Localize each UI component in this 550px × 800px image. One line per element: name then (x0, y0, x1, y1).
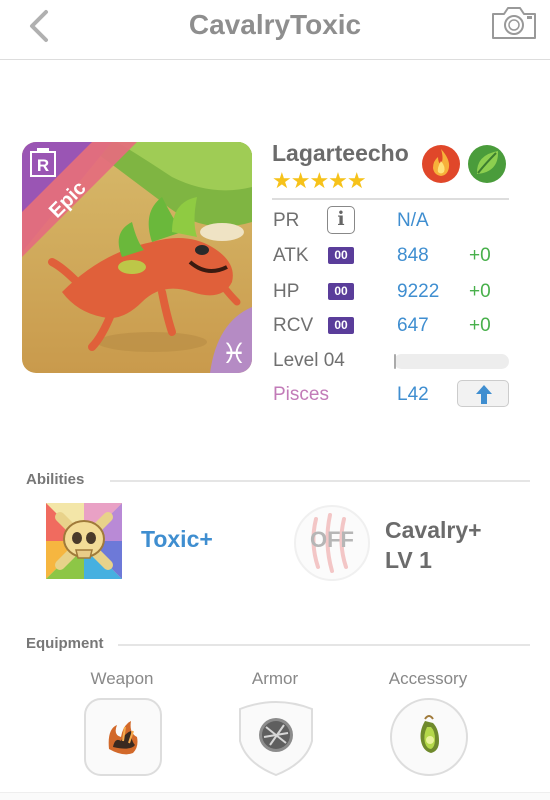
leaf-icon (468, 145, 506, 183)
equip-label-armor: Armor (251, 669, 299, 688)
stat-row-atk: ATK 00 848 +0 (273, 241, 513, 271)
stat-bonus-rcv: +0 (469, 315, 491, 336)
level-progress-fill (394, 354, 397, 369)
stat-row-pr: PR i N/A (273, 206, 513, 236)
accessory-slot-button[interactable] (389, 697, 469, 777)
page-title: CavalryToxic (188, 9, 362, 40)
camera-icon (492, 7, 536, 39)
book-badge: R (37, 156, 49, 175)
stat-row-sign: Pisces L42 (273, 380, 513, 410)
monster-name: Lagarteecho (272, 140, 409, 166)
stat-label-pr: PR (273, 210, 300, 231)
stat-bonus-hp: +0 (469, 281, 491, 302)
screenshot-button[interactable] (490, 5, 538, 41)
leader-skill-name[interactable]: Cavalry+ LV 1 (385, 515, 535, 575)
stat-label-hp: HP (273, 281, 300, 302)
bottom-edge (0, 792, 550, 800)
zodiac-level-value: L42 (397, 384, 429, 405)
special-skill-button[interactable] (46, 503, 122, 579)
stat-value-rcv: 647 (397, 315, 429, 336)
divider (272, 198, 509, 200)
zodiac-sign-label: Pisces (273, 384, 329, 405)
leader-skill-status: OFF (310, 527, 354, 552)
stat-label-atk: ATK (273, 245, 309, 266)
armor-shield-icon (239, 701, 313, 777)
equipment-section-label: Equipment (26, 635, 104, 652)
abilities-section-label: Abilities (26, 471, 85, 488)
fire-icon (422, 145, 460, 183)
info-button[interactable]: i (327, 206, 355, 234)
top-nav-bar: CavalryToxic (0, 0, 550, 60)
fire-element-icon (420, 141, 462, 185)
rcv-plus-badge: 00 (328, 317, 354, 334)
weapon-icon (84, 698, 162, 776)
monster-portrait[interactable]: Epic R ♓ (22, 142, 252, 373)
hp-plus-badge: 00 (328, 283, 354, 300)
armor-slot-button[interactable] (236, 697, 316, 777)
level-label: Level 04 (273, 350, 345, 371)
special-skill-name[interactable]: Toxic+ (141, 526, 213, 553)
stat-row-hp: HP 00 9222 +0 (273, 277, 513, 307)
equip-label-weapon: Weapon (90, 669, 154, 688)
arrow-up-icon (476, 385, 492, 404)
accessory-icon (390, 698, 468, 776)
weapon-slot-button[interactable] (83, 697, 163, 777)
divider (110, 480, 530, 482)
stat-bonus-atk: +0 (469, 245, 491, 266)
nature-element-icon (466, 141, 508, 185)
stat-value-atk: 848 (397, 245, 429, 266)
pisces-zodiac-icon: ♓ (221, 337, 246, 370)
stat-label-rcv: RCV (273, 315, 314, 336)
equip-label-accessory: Accessory (388, 669, 468, 688)
stat-value-pr: N/A (397, 210, 429, 231)
toxic-skull-icon (46, 503, 122, 579)
atk-plus-badge: 00 (328, 247, 354, 264)
zodiac-upgrade-button[interactable] (457, 380, 509, 407)
divider (118, 644, 530, 646)
stat-row-level: Level 04 (273, 346, 513, 376)
star-rating: ★★★★★ (272, 168, 367, 193)
stat-row-rcv: RCV 00 647 +0 (273, 311, 513, 341)
stat-value-hp: 9222 (397, 281, 440, 302)
level-progress-bar (394, 354, 509, 369)
